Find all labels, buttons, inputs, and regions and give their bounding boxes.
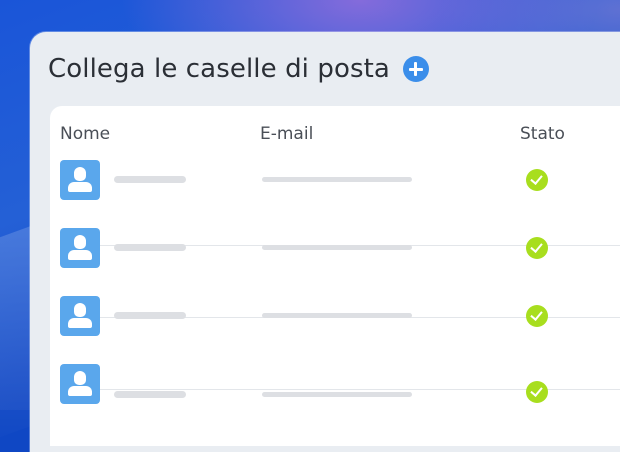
add-mailbox-icon[interactable] — [402, 56, 429, 82]
email-placeholder — [262, 245, 412, 250]
email-placeholder — [262, 313, 412, 318]
status-check-icon — [526, 381, 548, 403]
table-row[interactable] — [50, 228, 620, 300]
user-avatar-icon — [60, 364, 100, 404]
table-row[interactable] — [50, 364, 620, 436]
name-placeholder — [114, 312, 186, 319]
name-placeholder — [114, 176, 186, 183]
email-placeholder — [262, 177, 412, 182]
status-check-icon — [526, 237, 548, 259]
page-title: Collega le caselle di posta — [48, 54, 390, 84]
status-check-icon — [526, 305, 548, 327]
column-header-email: E-mail — [260, 124, 314, 144]
user-avatar-icon — [60, 296, 100, 336]
column-header-name: Nome — [60, 124, 111, 144]
column-header-status: Stato — [520, 124, 565, 144]
header: Collega le caselle di posta — [48, 54, 429, 84]
table-row[interactable] — [50, 296, 620, 368]
table-row[interactable] — [50, 156, 620, 228]
status-check-icon — [526, 169, 548, 191]
mailbox-table: Nome E-mail Stato — [50, 106, 620, 446]
name-placeholder — [114, 391, 186, 398]
user-avatar-icon — [60, 228, 100, 268]
mailbox-window: Collega le caselle di posta Nome E-mail … — [30, 32, 620, 452]
email-placeholder — [262, 392, 412, 397]
user-avatar-icon — [60, 160, 100, 200]
name-placeholder — [114, 244, 186, 251]
